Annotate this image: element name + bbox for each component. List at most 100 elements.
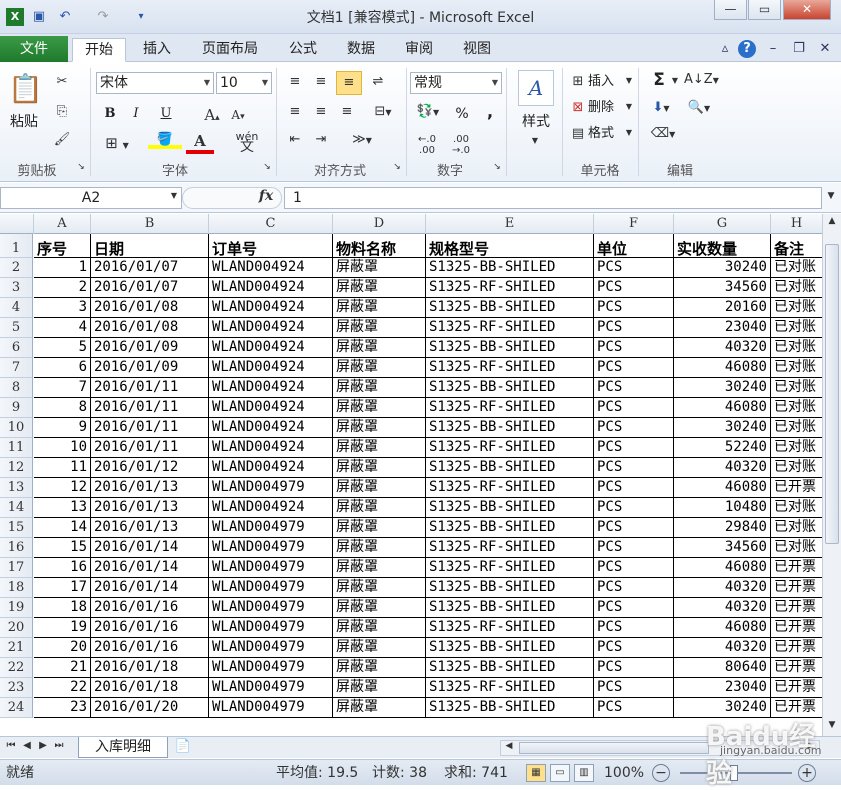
cell[interactable]: S1325-BB-SHILED <box>426 338 594 358</box>
expand-formula-bar-icon[interactable]: ▼ <box>824 191 838 201</box>
cell[interactable]: 2016/01/14 <box>91 578 209 598</box>
cell[interactable]: S1325-BB-SHILED <box>426 518 594 538</box>
name-box[interactable]: A2 <box>0 187 182 209</box>
cell[interactable]: 30240 <box>674 378 771 398</box>
orientation-icon[interactable]: ≫▼ <box>346 132 378 147</box>
cell[interactable]: 屏蔽罩 <box>333 538 426 558</box>
row-header[interactable]: 17 <box>0 558 33 578</box>
cell[interactable]: PCS <box>594 558 674 578</box>
wrap-text-icon[interactable]: ⇌ <box>366 74 390 92</box>
align-top-icon[interactable]: ≡ <box>284 74 306 92</box>
row-header[interactable]: 21 <box>0 638 33 658</box>
row-header[interactable]: 10 <box>0 418 33 438</box>
cell[interactable]: 46080 <box>674 358 771 378</box>
dialog-launcher-icon[interactable]: ↘ <box>492 162 502 172</box>
cell[interactable]: WLAND004924 <box>209 258 333 278</box>
cell[interactable]: 已开票 <box>771 618 822 638</box>
cell[interactable]: PCS <box>594 438 674 458</box>
column-header-e[interactable]: E <box>426 214 594 234</box>
cell[interactable]: 屏蔽罩 <box>333 578 426 598</box>
styles-button[interactable]: 样式 <box>514 112 558 134</box>
cell[interactable]: 屏蔽罩 <box>333 298 426 318</box>
scroll-left-icon[interactable]: ◀ <box>503 741 515 751</box>
cell[interactable]: 14 <box>34 518 91 538</box>
header-cell[interactable]: 物料名称 <box>333 234 426 258</box>
cell[interactable]: PCS <box>594 678 674 698</box>
cell[interactable]: 22 <box>34 678 91 698</box>
cell[interactable]: WLAND004924 <box>209 278 333 298</box>
cell[interactable]: 2016/01/16 <box>91 618 209 638</box>
cell[interactable]: 屏蔽罩 <box>333 518 426 538</box>
cell[interactable]: 40320 <box>674 338 771 358</box>
cell[interactable]: 屏蔽罩 <box>333 438 426 458</box>
cell[interactable]: WLAND004924 <box>209 458 333 478</box>
column-header-g[interactable]: G <box>674 214 771 234</box>
cell[interactable]: 6 <box>34 358 91 378</box>
cell[interactable]: 40320 <box>674 598 771 618</box>
cell[interactable]: PCS <box>594 538 674 558</box>
row-header[interactable]: 13 <box>0 478 33 498</box>
cell[interactable]: 已对账 <box>771 298 822 318</box>
cell[interactable]: 2016/01/09 <box>91 338 209 358</box>
italic-button[interactable]: I <box>126 104 146 126</box>
cell[interactable]: 2016/01/11 <box>91 418 209 438</box>
row-header[interactable]: 24 <box>0 698 33 718</box>
paste-button[interactable]: 粘贴 <box>4 112 44 134</box>
cell[interactable]: 7 <box>34 378 91 398</box>
cell[interactable]: 10480 <box>674 498 771 518</box>
tab-review[interactable]: 审阅 <box>396 38 442 62</box>
cell[interactable]: 16 <box>34 558 91 578</box>
cell[interactable]: 2016/01/11 <box>91 438 209 458</box>
vertical-scrollbar[interactable]: ▲ ▼ <box>822 214 841 736</box>
row-header[interactable]: 12 <box>0 458 33 478</box>
cell[interactable]: S1325-RF-SHILED <box>426 618 594 638</box>
cell[interactable]: 80640 <box>674 658 771 678</box>
cell[interactable]: 已对账 <box>771 438 822 458</box>
cell[interactable]: WLAND004924 <box>209 418 333 438</box>
workbook-restore-icon[interactable]: ❐ <box>790 40 808 58</box>
align-bottom-icon[interactable]: ≡ <box>336 71 362 95</box>
cell[interactable]: 2016/01/09 <box>91 358 209 378</box>
cell[interactable]: PCS <box>594 398 674 418</box>
column-header-h[interactable]: H <box>771 214 822 234</box>
merge-center-icon[interactable]: ⊟▼ <box>366 104 400 119</box>
cell[interactable]: 8 <box>34 398 91 418</box>
insert-sheet-icon[interactable]: 📄 <box>172 739 194 754</box>
workbook-close-icon[interactable]: ✕ <box>816 40 834 58</box>
header-cell[interactable]: 日期 <box>91 234 209 258</box>
tab-file[interactable]: 文件 <box>0 36 68 62</box>
row-header[interactable]: 14 <box>0 498 33 518</box>
align-middle-icon[interactable]: ≡ <box>310 74 332 92</box>
cell[interactable]: 屏蔽罩 <box>333 338 426 358</box>
cell[interactable]: 屏蔽罩 <box>333 458 426 478</box>
cell[interactable]: 21 <box>34 658 91 678</box>
fill-icon[interactable]: ⬇▼ <box>648 100 674 115</box>
column-header-b[interactable]: B <box>91 214 209 234</box>
cell[interactable]: PCS <box>594 458 674 478</box>
horizontal-scroll-thumb[interactable] <box>519 742 709 754</box>
cell[interactable]: 2016/01/18 <box>91 658 209 678</box>
cell[interactable]: 2016/01/14 <box>91 558 209 578</box>
cell[interactable]: PCS <box>594 278 674 298</box>
cell[interactable]: 2016/01/18 <box>91 678 209 698</box>
cell[interactable]: S1325-BB-SHILED <box>426 298 594 318</box>
minimize-button[interactable]: — <box>714 0 747 20</box>
cell[interactable]: PCS <box>594 338 674 358</box>
cell[interactable]: 2016/01/13 <box>91 518 209 538</box>
cell[interactable]: 23 <box>34 698 91 718</box>
cell[interactable]: WLAND004924 <box>209 378 333 398</box>
cell[interactable]: 已对账 <box>771 318 822 338</box>
cell[interactable]: 2016/01/11 <box>91 378 209 398</box>
delete-cells-icon[interactable]: ⊠ <box>568 100 588 115</box>
cell[interactable]: 已对账 <box>771 398 822 418</box>
cell[interactable]: 2016/01/07 <box>91 278 209 298</box>
row-header[interactable]: 2 <box>0 258 33 278</box>
zoom-out-icon[interactable]: − <box>652 764 670 782</box>
cell[interactable]: PCS <box>594 518 674 538</box>
cell[interactable]: 15 <box>34 538 91 558</box>
row-header[interactable]: 8 <box>0 378 33 398</box>
cell[interactable]: 46080 <box>674 558 771 578</box>
cell[interactable]: 屏蔽罩 <box>333 498 426 518</box>
underline-button[interactable]: U <box>152 104 180 126</box>
format-cells-button[interactable]: 格式 <box>588 124 626 146</box>
